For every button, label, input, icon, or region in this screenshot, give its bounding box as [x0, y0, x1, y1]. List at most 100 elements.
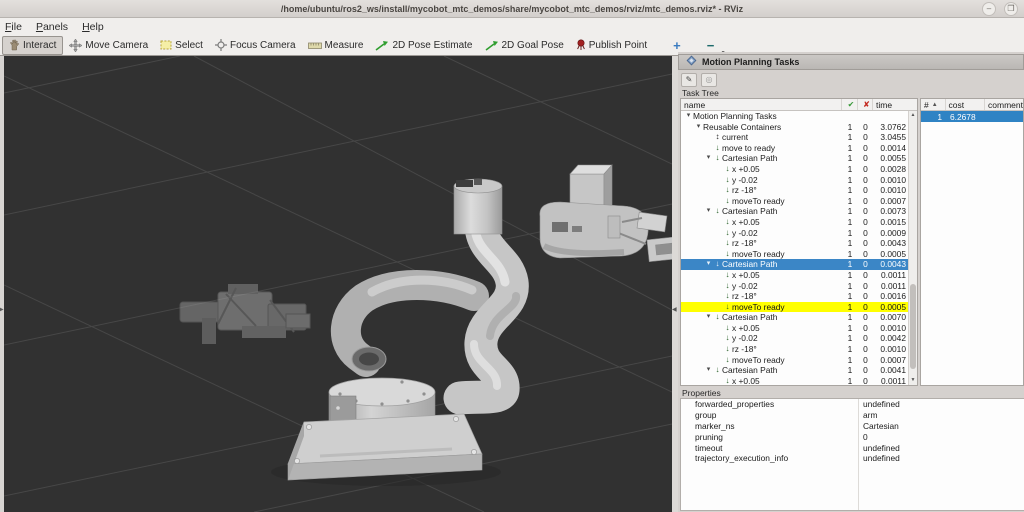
tree-row[interactable]: ↓ rz -18° 1 0 0.0010: [681, 344, 917, 355]
stage-name-cell: ↓ rz -18°: [681, 185, 842, 196]
scrollbar-thumb[interactable]: [910, 283, 916, 369]
failure-count: 0: [863, 291, 868, 302]
panel-titlebar[interactable]: Motion Planning Tasks: [678, 54, 1024, 70]
tree-row[interactable]: ↓ y -0.02 1 0 0.0011: [681, 281, 917, 292]
stage-name-cell: ↓ x +0.05: [681, 376, 842, 385]
edit-tool-button[interactable]: ✎: [681, 73, 697, 87]
column-cost[interactable]: cost: [946, 99, 986, 110]
tree-row[interactable]: ↓ moveTo ready 1 0 0.0005: [681, 301, 917, 313]
tree-row[interactable]: ▾ ↓ Cartesian Path 1 0 0.0041: [681, 365, 917, 376]
menu-help[interactable]: Help: [82, 21, 104, 33]
solution-number: 1: [937, 111, 942, 122]
chevron-expanded-icon[interactable]: ▾: [704, 153, 713, 164]
solution-row[interactable]: 1 6.2678: [921, 111, 1023, 122]
property-name: timeout: [695, 442, 723, 453]
stage-label: x +0.05: [732, 322, 760, 333]
stage-label: Cartesian Path: [722, 365, 778, 376]
map-pin-icon: [576, 39, 586, 51]
tree-row[interactable]: ▾ ↓ Cartesian Path 1 0 0.0055: [681, 153, 917, 164]
chevron-expanded-icon[interactable]: ▾: [704, 312, 713, 323]
failure-count: 0: [863, 195, 868, 206]
success-count: 1: [847, 365, 853, 376]
stage-name-cell: ↓ rz -18°: [681, 344, 842, 355]
stage-updown-icon: ↕: [715, 132, 720, 142]
tree-row[interactable]: ↓ x +0.05 1 0 0.0011: [681, 376, 917, 385]
tree-row[interactable]: ↕ current 1 0 3.0455: [681, 132, 917, 143]
tree-row[interactable]: ↓ rz -18° 1 0 0.0043: [681, 238, 917, 249]
tree-row[interactable]: ↓ moveTo ready 1 0 0.0005: [681, 249, 917, 260]
menu-panels[interactable]: Panels: [36, 21, 68, 33]
tree-row[interactable]: ↓ x +0.05 1 0 0.0011: [681, 270, 917, 281]
column-name[interactable]: name: [681, 99, 842, 110]
maximize-button[interactable]: ❐: [1004, 2, 1018, 16]
stage-label: rz -18°: [732, 291, 757, 302]
tree-row[interactable]: ↓ x +0.05 1 0 0.0028: [681, 164, 917, 175]
pose-estimate-button[interactable]: 2D Pose Estimate: [369, 36, 478, 55]
tree-row[interactable]: ↓ rz -18° 1 0 0.0010: [681, 185, 917, 196]
property-row[interactable]: trajectory_execution_info undefined: [681, 453, 1024, 464]
tree-row[interactable]: ▾ ↓ Cartesian Path 1 0 0.0073: [681, 206, 917, 217]
minimize-button[interactable]: –: [982, 2, 996, 16]
stage-name-cell: ↓ x +0.05: [681, 270, 842, 281]
chevron-expanded-icon[interactable]: ▾: [704, 365, 713, 376]
success-count: 1: [847, 269, 853, 280]
interact-button[interactable]: Interact: [2, 35, 64, 55]
success-count: 1: [847, 185, 853, 196]
publish-point-button[interactable]: Publish Point: [570, 36, 653, 55]
tree-row[interactable]: ↓ y -0.02 1 0 0.0010: [681, 175, 917, 186]
chevron-expanded-icon[interactable]: ▾: [684, 111, 693, 122]
property-row[interactable]: pruning 0: [681, 431, 1024, 442]
collapse-left-icon[interactable]: ◀: [672, 306, 677, 313]
select-button[interactable]: Select: [154, 36, 209, 55]
column-number[interactable]: # ▲: [921, 99, 946, 110]
column-comment[interactable]: comment: [985, 99, 1023, 110]
failure-count: 0: [863, 121, 868, 132]
tree-row[interactable]: ↓ x +0.05 1 0 0.0015: [681, 217, 917, 228]
success-check-icon[interactable]: ✔: [842, 99, 858, 110]
chevron-expanded-icon[interactable]: ▾: [704, 206, 713, 217]
failure-count: 0: [863, 269, 868, 280]
success-count: 1: [847, 248, 853, 259]
solutions-table: # ▲ cost comment 1 6.2678: [920, 98, 1024, 386]
sort-asc-icon: ▲: [931, 101, 938, 108]
tree-row[interactable]: ↓ moveTo ready 1 0 0.0007: [681, 196, 917, 207]
focus-camera-button[interactable]: Focus Camera: [209, 36, 302, 55]
chevron-expanded-icon[interactable]: ▾: [694, 122, 703, 133]
property-row[interactable]: group arm: [681, 410, 1024, 421]
tree-row[interactable]: ▾ ↓ Cartesian Path 1 0 0.0070: [681, 312, 917, 323]
tree-row[interactable]: ↓ rz -18° 1 0 0.0016: [681, 291, 917, 302]
property-row[interactable]: marker_ns Cartesian: [681, 421, 1024, 432]
stage-name-cell: ↓ moveTo ready: [681, 355, 842, 366]
stage-label: moveTo ready: [732, 195, 785, 206]
stage-down-arrow-icon: ↓: [725, 163, 730, 173]
column-time[interactable]: time: [873, 99, 917, 110]
failure-cross-icon[interactable]: ✘: [858, 99, 873, 110]
window-titlebar[interactable]: /home/ubuntu/ros2_ws/install/mycobot_mtc…: [0, 0, 1024, 18]
scroll-up-icon[interactable]: ▲: [909, 111, 917, 120]
tree-row[interactable]: ▾ Motion Planning Tasks: [681, 111, 917, 122]
menu-file[interactable]: File: [5, 21, 22, 33]
tree-scrollbar[interactable]: ▲ ▼: [908, 111, 917, 385]
stage-name-cell: ▾ Reusable Containers: [681, 122, 842, 133]
tree-row[interactable]: ↓ y -0.02 1 0 0.0009: [681, 228, 917, 239]
stage-down-arrow-icon: ↓: [725, 195, 730, 205]
chevron-expanded-icon[interactable]: ▾: [704, 259, 713, 270]
property-row[interactable]: forwarded_properties undefined: [681, 399, 1024, 410]
measure-button[interactable]: Measure: [302, 36, 370, 55]
stage-label: rz -18°: [732, 238, 757, 249]
tree-row[interactable]: ↓ x +0.05 1 0 0.0010: [681, 323, 917, 334]
tree-row[interactable]: ↓ move to ready 1 0 0.0014: [681, 143, 917, 154]
3d-viewport[interactable]: [3, 55, 684, 512]
move-camera-button[interactable]: Move Camera: [63, 36, 154, 55]
tree-row[interactable]: ↓ y -0.02 1 0 0.0042: [681, 333, 917, 344]
hand-icon: [9, 39, 20, 51]
tree-row[interactable]: ▾ Reusable Containers 1 0 3.0762: [681, 122, 917, 133]
failure-count: 0: [863, 301, 868, 312]
stage-label: y -0.02: [732, 333, 758, 344]
tree-row[interactable]: ↓ moveTo ready 1 0 0.0007: [681, 355, 917, 366]
scroll-down-icon[interactable]: ▼: [909, 376, 917, 385]
target-tool-button[interactable]: ◎: [701, 73, 717, 87]
property-row[interactable]: timeout undefined: [681, 442, 1024, 453]
goal-pose-button[interactable]: 2D Goal Pose: [479, 36, 570, 55]
tree-row[interactable]: ▾ ↓ Cartesian Path 1 0 0.0043: [681, 259, 917, 270]
